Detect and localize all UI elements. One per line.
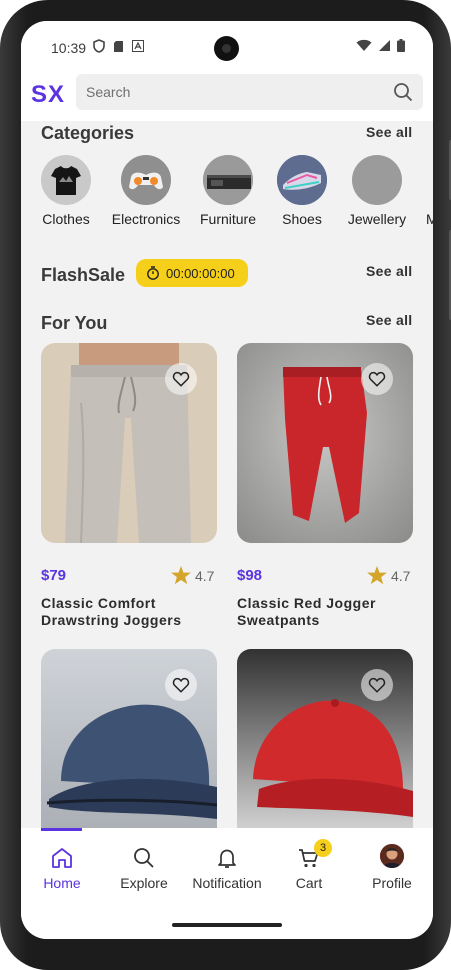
status-bar: 10:39 xyxy=(21,21,433,73)
cart-badge: 3 xyxy=(314,839,332,857)
product-card[interactable] xyxy=(41,649,217,828)
product-price: $98 xyxy=(237,567,263,584)
sd-card-icon xyxy=(114,40,123,52)
category-item-furniture[interactable]: Furniture xyxy=(188,155,268,227)
product-image[interactable] xyxy=(41,343,217,543)
gamepad-icon xyxy=(121,155,171,205)
nav-item-cart[interactable]: 3 Cart xyxy=(268,828,350,912)
status-time: 10:39 xyxy=(51,40,87,56)
star-icon xyxy=(367,566,387,585)
heart-icon xyxy=(368,677,386,693)
favorite-button[interactable] xyxy=(165,363,197,395)
search-icon[interactable] xyxy=(393,82,413,102)
bell-icon xyxy=(218,849,236,868)
category-label: Jewellery xyxy=(347,211,407,227)
gesture-bar xyxy=(21,912,433,939)
bottom-navigation: Home Explore Notification 3 Cart Profile xyxy=(21,828,433,912)
shoes-icon xyxy=(277,155,327,205)
product-image[interactable] xyxy=(237,343,413,543)
product-image[interactable] xyxy=(237,649,413,828)
status-right-icons xyxy=(356,39,405,52)
nav-label: Notification xyxy=(192,875,262,891)
front-camera xyxy=(214,36,239,61)
wifi-icon xyxy=(356,39,372,51)
flashsale-timer: 00:00:00:00 xyxy=(136,259,248,287)
category-item-clothes[interactable]: Clothes xyxy=(26,155,106,227)
app-bar: SX xyxy=(21,73,433,121)
tshirt-icon xyxy=(41,155,91,205)
timer-icon xyxy=(147,266,159,280)
heart-icon xyxy=(172,677,190,693)
product-card[interactable] xyxy=(237,343,413,543)
product-name[interactable]: Classic Comfort Drawstring Joggers xyxy=(41,595,221,629)
category-item-shoes[interactable]: Shoes xyxy=(262,155,342,227)
flashsale-see-all[interactable]: See all xyxy=(366,263,412,279)
heart-icon xyxy=(172,371,190,387)
home-icon xyxy=(52,848,72,868)
home-indicator[interactable] xyxy=(172,923,282,927)
rating-value: 4.7 xyxy=(391,567,411,584)
product-price: $79 xyxy=(41,567,67,584)
nav-item-notification[interactable]: Notification xyxy=(186,828,268,912)
category-item-jewellery[interactable]: Jewellery xyxy=(337,155,417,227)
more-category-icon xyxy=(426,155,433,205)
nav-active-indicator xyxy=(41,828,82,831)
signal-icon xyxy=(379,40,390,51)
timer-value: 00:00:00:00 xyxy=(166,265,235,281)
nav-label: Home xyxy=(43,875,81,891)
heart-icon xyxy=(368,371,386,387)
favorite-button[interactable] xyxy=(361,669,393,701)
category-label: Furniture xyxy=(199,211,257,227)
search-input[interactable] xyxy=(86,74,376,110)
furniture-icon xyxy=(203,155,253,205)
product-name[interactable]: Classic Red Jogger Sweatpants xyxy=(237,595,417,629)
star-icon xyxy=(171,566,191,585)
for-you-see-all[interactable]: See all xyxy=(366,312,412,328)
category-item-electronics[interactable]: Electronics xyxy=(106,155,186,227)
nav-item-home[interactable]: Home xyxy=(21,828,103,912)
nav-label: Profile xyxy=(372,875,412,891)
app-logo[interactable]: SX xyxy=(31,81,65,109)
for-you-title: For You xyxy=(41,313,108,333)
search-icon xyxy=(134,848,154,868)
nav-item-explore[interactable]: Explore xyxy=(103,828,185,912)
product-card[interactable] xyxy=(41,343,217,543)
rating-value: 4.7 xyxy=(195,567,215,584)
product-card[interactable] xyxy=(237,649,413,828)
battery-icon xyxy=(397,39,405,52)
status-left-icons xyxy=(93,39,144,53)
nav-label: Cart xyxy=(295,875,323,891)
nav-item-profile[interactable]: Profile xyxy=(351,828,433,912)
favorite-button[interactable] xyxy=(165,669,197,701)
category-label: Shoes xyxy=(282,211,322,227)
product-rating: 4.7 xyxy=(367,566,410,585)
shield-icon xyxy=(93,39,105,53)
product-rating: 4.7 xyxy=(171,566,214,585)
flashsale-title: FlashSale xyxy=(41,265,126,285)
category-label: M xyxy=(426,211,433,227)
search-bar[interactable] xyxy=(76,74,423,110)
avatar xyxy=(380,844,404,868)
nav-label: Explore xyxy=(120,875,168,891)
categories-see-all[interactable]: See all xyxy=(366,124,412,140)
category-label: Clothes xyxy=(42,211,90,227)
home-content[interactable]: Categories See all Clothes Electronics F xyxy=(21,121,433,828)
phone-frame: 10:39 SX Categ xyxy=(0,0,451,970)
jewellery-icon xyxy=(352,155,402,205)
categories-title: Categories xyxy=(41,123,135,143)
category-label: Electronics xyxy=(111,211,181,227)
favorite-button[interactable] xyxy=(361,363,393,395)
category-item-more[interactable]: M xyxy=(426,155,433,227)
font-icon xyxy=(132,40,144,52)
product-image[interactable] xyxy=(41,649,217,828)
screen: 10:39 SX Categ xyxy=(21,21,433,939)
